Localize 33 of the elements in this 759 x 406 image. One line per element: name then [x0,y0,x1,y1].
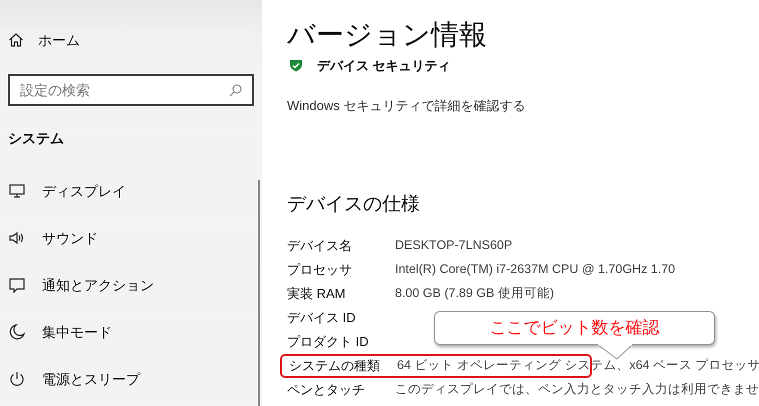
spec-label: プロセッサ [287,260,353,279]
speech-bubble-icon [8,276,26,294]
spec-value: DESKTOP-7LNS60P [395,237,512,254]
spec-value: Intel(R) Core(TM) i7-2637M CPU @ 1.70GHz 1.70 [395,261,676,278]
speaker-icon [8,229,26,247]
spec-label: プロダクト ID [287,332,370,351]
home-icon [8,32,24,48]
search-icon [229,84,242,97]
power-icon [8,370,26,388]
shield-check-icon [289,59,303,72]
security-link[interactable]: Windows セキュリティで詳細を確認する [287,96,759,115]
nav-item[interactable]: ディスプレイ [0,179,262,203]
spec-label: 実装 RAM [287,284,346,303]
nav-item[interactable]: 集中モード [0,320,262,344]
section-heading: デバイスの仕様 [287,193,421,217]
home-nav-item[interactable]: ホーム [0,28,262,52]
spec-label: ペンとタッチ [287,380,366,399]
callout-text: ここでビット数を確認 [490,317,660,340]
section-heading: システム [7,129,65,148]
security-label: デバイス セキュリティ [317,57,451,75]
scrollbar[interactable] [258,180,260,406]
nav-item[interactable]: 通知とアクション [0,273,262,297]
nav-item[interactable]: サウンド [0,226,262,250]
page-title: バージョン情報 [287,18,488,52]
monitor-icon [8,182,26,200]
search-field[interactable]: 設定の検索 [8,74,254,106]
spec-label: デバイス ID [287,308,357,327]
spec-label: システムの種類 [289,356,381,375]
spec-label: デバイス名 [287,236,353,255]
spec-value: このディスプレイでは、ペン入力とタッチ入力は利用できませ [395,381,759,398]
nav-item[interactable]: 電源とスリープ [0,367,262,391]
moon-icon [8,323,26,341]
spec-value: 8.00 GB (7.89 GB 使用可能) [395,285,554,302]
